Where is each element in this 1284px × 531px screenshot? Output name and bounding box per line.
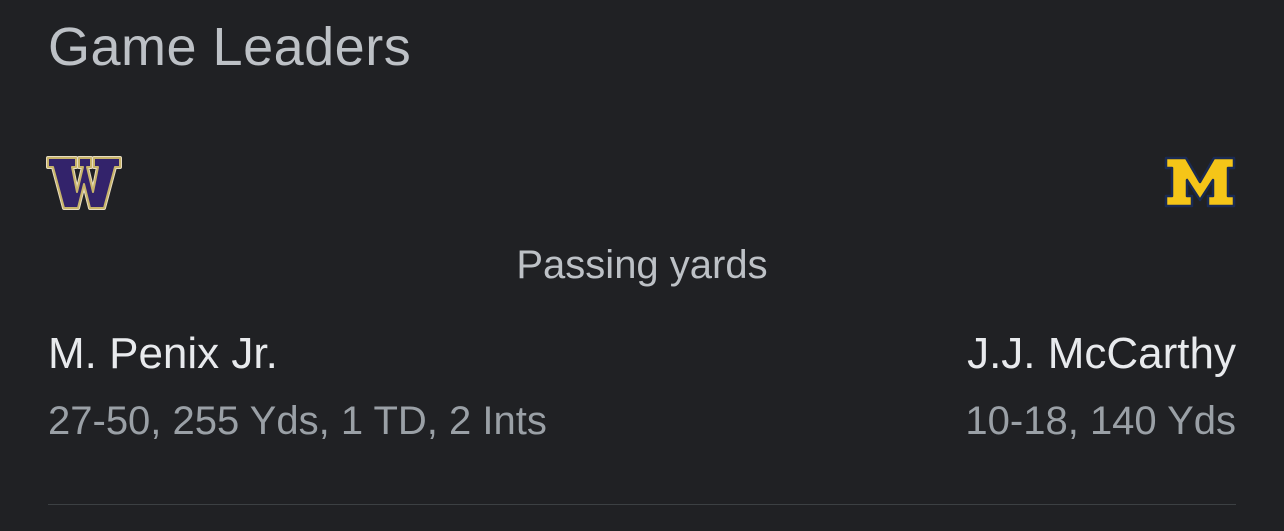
right-player-name[interactable]: J.J. McCarthy bbox=[967, 327, 1236, 381]
left-player-stats: 27-50, 255 Yds, 1 TD, 2 Ints bbox=[48, 399, 547, 443]
washington-w-logo-icon[interactable] bbox=[46, 152, 122, 214]
section-divider bbox=[48, 504, 1236, 505]
stat-category-label: Passing yards bbox=[516, 243, 768, 287]
left-player-name[interactable]: M. Penix Jr. bbox=[48, 327, 278, 381]
michigan-m-logo-icon[interactable] bbox=[1162, 152, 1238, 214]
right-player-stats: 10-18, 140 Yds bbox=[965, 399, 1236, 443]
page-title: Game Leaders bbox=[48, 17, 412, 77]
